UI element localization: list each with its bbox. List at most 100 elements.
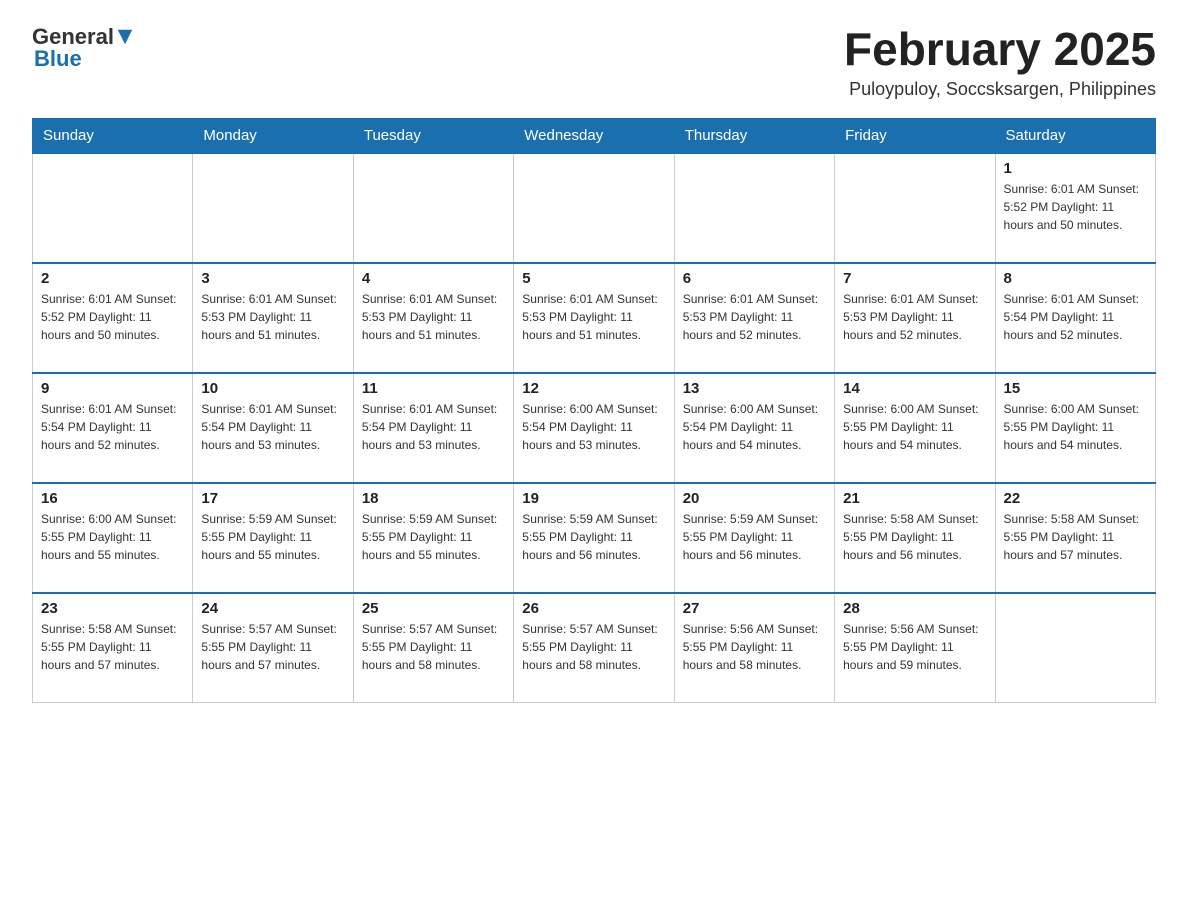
day-number: 2 — [41, 270, 184, 287]
day-info: Sunrise: 6:01 AM Sunset: 5:52 PM Dayligh… — [1004, 180, 1147, 234]
day-info: Sunrise: 6:01 AM Sunset: 5:53 PM Dayligh… — [843, 290, 986, 344]
page-header: General Blue February 2025 Puloypuloy, S… — [32, 24, 1156, 100]
day-number: 12 — [522, 380, 665, 397]
day-number: 18 — [362, 490, 505, 507]
table-row: 26 Sunrise: 5:57 AM Sunset: 5:55 PM Dayli… — [514, 593, 674, 703]
table-row — [353, 153, 513, 263]
day-info: Sunrise: 6:00 AM Sunset: 5:55 PM Dayligh… — [41, 510, 184, 564]
table-row: 22 Sunrise: 5:58 AM Sunset: 5:55 PM Dayli… — [995, 483, 1155, 593]
day-info: Sunrise: 5:58 AM Sunset: 5:55 PM Dayligh… — [843, 510, 986, 564]
day-number: 13 — [683, 380, 826, 397]
day-number: 26 — [522, 600, 665, 617]
day-info: Sunrise: 6:01 AM Sunset: 5:53 PM Dayligh… — [362, 290, 505, 344]
day-number: 6 — [683, 270, 826, 287]
table-row — [835, 153, 995, 263]
day-info: Sunrise: 5:57 AM Sunset: 5:55 PM Dayligh… — [522, 620, 665, 674]
table-row: 16 Sunrise: 6:00 AM Sunset: 5:55 PM Dayli… — [33, 483, 193, 593]
logo-icon — [116, 28, 134, 46]
table-row: 19 Sunrise: 5:59 AM Sunset: 5:55 PM Dayli… — [514, 483, 674, 593]
weekday-header-row: Sunday Monday Tuesday Wednesday Thursday… — [33, 118, 1156, 153]
header-tuesday: Tuesday — [353, 118, 513, 153]
day-info: Sunrise: 5:59 AM Sunset: 5:55 PM Dayligh… — [522, 510, 665, 564]
day-info: Sunrise: 6:01 AM Sunset: 5:53 PM Dayligh… — [522, 290, 665, 344]
day-number: 11 — [362, 380, 505, 397]
table-row — [33, 153, 193, 263]
day-number: 17 — [201, 490, 344, 507]
day-number: 10 — [201, 380, 344, 397]
header-friday: Friday — [835, 118, 995, 153]
calendar-table: Sunday Monday Tuesday Wednesday Thursday… — [32, 118, 1156, 704]
header-sunday: Sunday — [33, 118, 193, 153]
table-row: 6 Sunrise: 6:01 AM Sunset: 5:53 PM Daylig… — [674, 263, 834, 373]
day-number: 14 — [843, 380, 986, 397]
day-number: 8 — [1004, 270, 1147, 287]
day-info: Sunrise: 6:01 AM Sunset: 5:54 PM Dayligh… — [41, 400, 184, 454]
calendar-title: February 2025 — [844, 24, 1156, 75]
table-row: 17 Sunrise: 5:59 AM Sunset: 5:55 PM Dayli… — [193, 483, 353, 593]
day-info: Sunrise: 6:01 AM Sunset: 5:54 PM Dayligh… — [201, 400, 344, 454]
day-info: Sunrise: 6:01 AM Sunset: 5:52 PM Dayligh… — [41, 290, 184, 344]
table-row: 5Sunrise: 6:01 AM Sunset: 5:53 PM Daylig… — [514, 263, 674, 373]
table-row: 2 Sunrise: 6:01 AM Sunset: 5:52 PM Daylig… — [33, 263, 193, 373]
day-info: Sunrise: 5:57 AM Sunset: 5:55 PM Dayligh… — [201, 620, 344, 674]
table-row: 1Sunrise: 6:01 AM Sunset: 5:52 PM Daylig… — [995, 153, 1155, 263]
day-number: 28 — [843, 600, 986, 617]
day-number: 25 — [362, 600, 505, 617]
table-row: 28Sunrise: 5:56 AM Sunset: 5:55 PM Dayli… — [835, 593, 995, 703]
week-row-2: 2 Sunrise: 6:01 AM Sunset: 5:52 PM Daylig… — [33, 263, 1156, 373]
table-row: 10 Sunrise: 6:01 AM Sunset: 5:54 PM Dayli… — [193, 373, 353, 483]
day-number: 22 — [1004, 490, 1147, 507]
header-thursday: Thursday — [674, 118, 834, 153]
day-number: 9 — [41, 380, 184, 397]
day-number: 3 — [201, 270, 344, 287]
table-row: 9 Sunrise: 6:01 AM Sunset: 5:54 PM Daylig… — [33, 373, 193, 483]
day-info: Sunrise: 6:00 AM Sunset: 5:55 PM Dayligh… — [843, 400, 986, 454]
day-number: 20 — [683, 490, 826, 507]
week-row-3: 9 Sunrise: 6:01 AM Sunset: 5:54 PM Daylig… — [33, 373, 1156, 483]
calendar-subtitle: Puloypuloy, Soccsksargen, Philippines — [844, 79, 1156, 100]
day-info: Sunrise: 6:00 AM Sunset: 5:54 PM Dayligh… — [522, 400, 665, 454]
table-row: 3Sunrise: 6:01 AM Sunset: 5:53 PM Daylig… — [193, 263, 353, 373]
week-row-5: 23 Sunrise: 5:58 AM Sunset: 5:55 PM Dayli… — [33, 593, 1156, 703]
week-row-1: 1Sunrise: 6:01 AM Sunset: 5:52 PM Daylig… — [33, 153, 1156, 263]
table-row: 8 Sunrise: 6:01 AM Sunset: 5:54 PM Daylig… — [995, 263, 1155, 373]
day-number: 15 — [1004, 380, 1147, 397]
header-monday: Monday — [193, 118, 353, 153]
day-info: Sunrise: 5:59 AM Sunset: 5:55 PM Dayligh… — [362, 510, 505, 564]
day-info: Sunrise: 6:00 AM Sunset: 5:55 PM Dayligh… — [1004, 400, 1147, 454]
day-info: Sunrise: 5:59 AM Sunset: 5:55 PM Dayligh… — [201, 510, 344, 564]
day-info: Sunrise: 6:01 AM Sunset: 5:53 PM Dayligh… — [683, 290, 826, 344]
table-row — [995, 593, 1155, 703]
day-info: Sunrise: 5:59 AM Sunset: 5:55 PM Dayligh… — [683, 510, 826, 564]
table-row: 4Sunrise: 6:01 AM Sunset: 5:53 PM Daylig… — [353, 263, 513, 373]
table-row — [193, 153, 353, 263]
day-number: 23 — [41, 600, 184, 617]
day-number: 7 — [843, 270, 986, 287]
day-number: 24 — [201, 600, 344, 617]
table-row: 12 Sunrise: 6:00 AM Sunset: 5:54 PM Dayli… — [514, 373, 674, 483]
table-row: 20 Sunrise: 5:59 AM Sunset: 5:55 PM Dayli… — [674, 483, 834, 593]
table-row: 18 Sunrise: 5:59 AM Sunset: 5:55 PM Dayli… — [353, 483, 513, 593]
table-row: 25 Sunrise: 5:57 AM Sunset: 5:55 PM Dayli… — [353, 593, 513, 703]
day-info: Sunrise: 5:58 AM Sunset: 5:55 PM Dayligh… — [41, 620, 184, 674]
table-row: 7 Sunrise: 6:01 AM Sunset: 5:53 PM Daylig… — [835, 263, 995, 373]
table-row: 14 Sunrise: 6:00 AM Sunset: 5:55 PM Dayli… — [835, 373, 995, 483]
header-wednesday: Wednesday — [514, 118, 674, 153]
day-info: Sunrise: 6:00 AM Sunset: 5:54 PM Dayligh… — [683, 400, 826, 454]
day-number: 21 — [843, 490, 986, 507]
day-info: Sunrise: 6:01 AM Sunset: 5:54 PM Dayligh… — [362, 400, 505, 454]
day-number: 19 — [522, 490, 665, 507]
logo-blue: Blue — [34, 46, 82, 72]
logo: General Blue — [32, 24, 134, 72]
day-info: Sunrise: 6:01 AM Sunset: 5:54 PM Dayligh… — [1004, 290, 1147, 344]
day-number: 27 — [683, 600, 826, 617]
day-number: 16 — [41, 490, 184, 507]
week-row-4: 16 Sunrise: 6:00 AM Sunset: 5:55 PM Dayli… — [33, 483, 1156, 593]
table-row: 13 Sunrise: 6:00 AM Sunset: 5:54 PM Dayli… — [674, 373, 834, 483]
table-row: 15 Sunrise: 6:00 AM Sunset: 5:55 PM Dayli… — [995, 373, 1155, 483]
table-row — [514, 153, 674, 263]
table-row — [674, 153, 834, 263]
table-row: 21 Sunrise: 5:58 AM Sunset: 5:55 PM Dayli… — [835, 483, 995, 593]
day-info: Sunrise: 5:58 AM Sunset: 5:55 PM Dayligh… — [1004, 510, 1147, 564]
day-info: Sunrise: 5:57 AM Sunset: 5:55 PM Dayligh… — [362, 620, 505, 674]
